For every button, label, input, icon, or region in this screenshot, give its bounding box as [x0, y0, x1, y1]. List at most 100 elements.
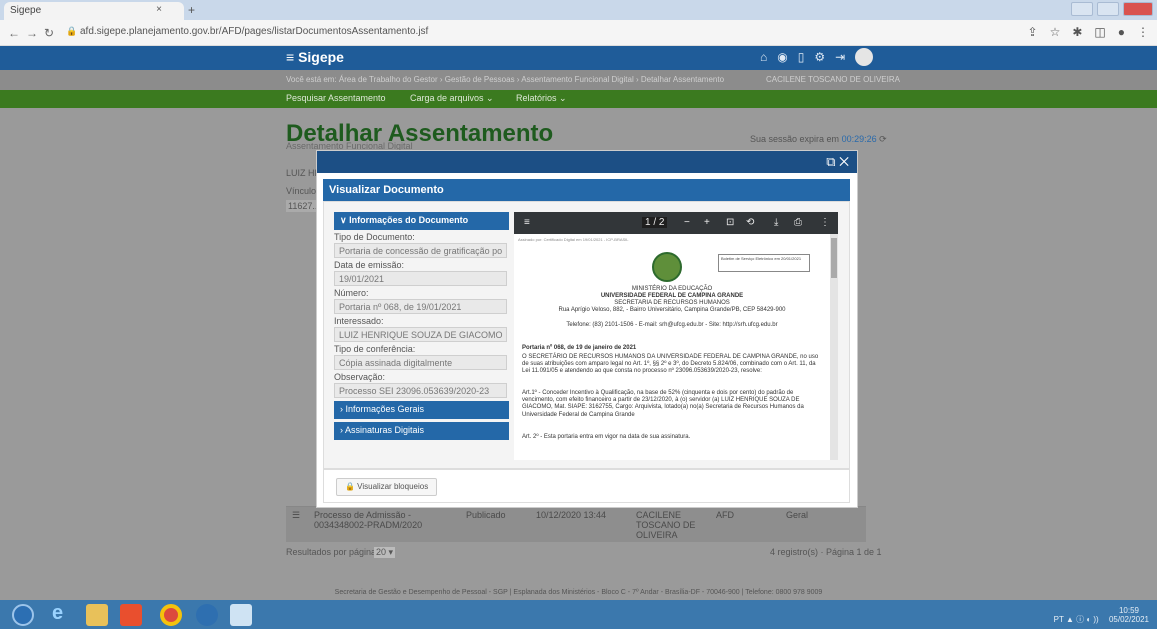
row-type: AFD: [716, 510, 734, 520]
pdf-body-2: Art.1º - Conceder Incentivo à Qualificaç…: [522, 390, 804, 418]
tab-search-icon[interactable]: ◫: [1094, 25, 1105, 39]
field-interested: LUIZ HENRIQUE SOUZA DE GIACOMO: [334, 327, 507, 342]
window-controls: [1071, 2, 1153, 16]
accordion-document-info[interactable]: ∨ Informações do Documento: [334, 212, 509, 230]
field-label: Tipo de Documento:: [334, 232, 415, 242]
clock[interactable]: 10:59 05/02/2021: [1109, 606, 1149, 625]
pdf-stamp: Boletim de Serviço Eletrônico em 20/01/2…: [718, 254, 810, 272]
accordion-general-info[interactable]: › Informações Gerais: [334, 401, 509, 419]
header-icons: ⌂ ◉ ▯ ⚙ ⇥: [760, 48, 874, 66]
accordion-digital-signatures[interactable]: › Assinaturas Digitais: [334, 422, 509, 440]
tray-icons[interactable]: PT ▲ ⓘ ◐ )): [1054, 615, 1099, 624]
media-icon[interactable]: [120, 604, 142, 626]
app-icon[interactable]: [196, 604, 218, 626]
pdf-contact: Telefone: (83) 2101-1506 - E-mail: srh@u…: [566, 322, 778, 328]
row-document[interactable]: Processo de Admissão - 0034348002-PRADM/…: [314, 510, 424, 530]
fit-page-icon[interactable]: ⊡: [726, 217, 734, 228]
vinculo-value: 11627..: [286, 200, 320, 212]
system-tray: PT ▲ ⓘ ◐ )) 10:59 05/02/2021: [1054, 606, 1149, 625]
modal-title: Visualizar Documento: [323, 179, 850, 201]
pdf-doc-title: Portaria nº 068, de 19 de janeiro de 202…: [522, 345, 637, 351]
row-status: Publicado: [466, 510, 506, 520]
app-header: ≡ Sigepe ⌂ ◉ ▯ ⚙ ⇥: [0, 46, 1157, 70]
maximize-button[interactable]: [1097, 2, 1119, 16]
url-field[interactable]: afd.sigepe.planejamento.gov.br/AFD/pages…: [80, 26, 428, 37]
rotate-icon[interactable]: ⟲: [746, 217, 754, 228]
pdf-signature-line: Assinado por: Certificado Digital em 19/…: [518, 237, 629, 242]
document-info-panel: ∨ Informações do Documento Tipo de Docum…: [334, 212, 509, 440]
lock-icon: 🔒: [66, 26, 78, 36]
session-timer: Sua sessão expira em 00:29:26 ⟳: [750, 134, 887, 144]
row-menu-icon[interactable]: ☰: [292, 510, 300, 521]
start-icon[interactable]: [12, 604, 34, 626]
folder-icon[interactable]: [86, 604, 108, 626]
modal-controls[interactable]: ⧉ ✕: [826, 154, 849, 170]
vinculo-label: Vínculo: [286, 186, 317, 196]
pdf-scrollbar[interactable]: [830, 234, 838, 460]
avatar[interactable]: [855, 48, 874, 66]
menu-item-upload[interactable]: Carga de arquivos ⌄: [410, 93, 494, 104]
star-icon[interactable]: ☆: [1050, 25, 1061, 39]
pdf-menu-icon[interactable]: ≡: [524, 217, 530, 228]
pdf-page[interactable]: Assinado por: Certificado Digital em 19/…: [514, 234, 830, 460]
share-icon[interactable]: ⇪: [1028, 25, 1038, 39]
browser-menu-icon[interactable]: ⋮: [1137, 25, 1149, 39]
republic-seal-icon: [652, 252, 682, 282]
app-logo[interactable]: ≡ Sigepe: [286, 49, 344, 65]
field-number: Portaria nº 068, de 19/01/2021: [334, 299, 507, 314]
breadcrumb-text: Você está em: Área de Trabalho do Gestor…: [286, 75, 725, 84]
modal-body: ∨ Informações do Documento Tipo de Docum…: [323, 201, 850, 469]
zoom-in-icon[interactable]: +: [704, 217, 710, 228]
results-per-page-select[interactable]: 20 ▾: [374, 547, 396, 558]
pagination[interactable]: 4 registro(s) · Página 1 de 1: [770, 547, 882, 557]
pdf-scroll-thumb[interactable]: [831, 238, 837, 278]
field-label: Número:: [334, 288, 369, 298]
browser-toolbar-icons: ⇪ ☆ ✱ ◫ ● ⋮: [1028, 25, 1149, 39]
ie-icon[interactable]: e: [52, 602, 74, 624]
pdf-body-3: Art. 2º - Esta portaria entra em vigor n…: [522, 434, 691, 440]
documents-icon[interactable]: ▯: [798, 50, 805, 66]
paint-icon[interactable]: [230, 604, 252, 626]
field-observation: Processo SEI 23096.053639/2020-23: [334, 383, 507, 398]
chrome-icon[interactable]: [160, 604, 182, 626]
field-issue-date: 19/01/2021: [334, 271, 507, 286]
pdf-toolbar: ≡ 1 / 2 − + ⊡ ⟲ ⤓ ⎙ ⋮: [514, 212, 838, 234]
pdf-viewer: ≡ 1 / 2 − + ⊡ ⟲ ⤓ ⎙ ⋮ Assinado por: Cert…: [514, 212, 838, 460]
extensions-icon[interactable]: ✱: [1072, 25, 1082, 39]
home-icon[interactable]: ⌂: [760, 50, 767, 66]
reload-icon[interactable]: ↻: [44, 26, 54, 40]
browser-titlebar: Sigepe × +: [0, 0, 1157, 20]
logout-icon[interactable]: ⇥: [835, 50, 845, 66]
user-name: CACILENE TOSCANO DE OLIVEIRA: [766, 75, 900, 84]
menu-item-reports[interactable]: Relatórios ⌄: [516, 93, 567, 104]
field-label: Observação:: [334, 372, 386, 382]
view-locks-button[interactable]: 🔒 Visualizar bloqueios: [336, 478, 438, 496]
pdf-more-icon[interactable]: ⋮: [820, 217, 830, 228]
pdf-address: Rua Aprígio Veloso, 882, - Bairro Univer…: [558, 307, 786, 313]
notification-icon[interactable]: ◉: [777, 50, 787, 66]
window-close-button[interactable]: [1123, 2, 1153, 16]
pdf-university: UNIVERSIDADE FEDERAL DE CAMPINA GRANDE: [600, 293, 744, 299]
settings-icon[interactable]: ⚙: [814, 50, 825, 66]
browser-tab[interactable]: Sigepe ×: [4, 2, 184, 20]
zoom-out-icon[interactable]: −: [684, 217, 690, 228]
menu-item-search[interactable]: Pesquisar Assentamento: [286, 93, 386, 103]
modal-footer: 🔒 Visualizar bloqueios: [323, 469, 850, 503]
back-icon[interactable]: ←: [8, 26, 20, 40]
field-label: Interessado:: [334, 316, 384, 326]
profile-icon[interactable]: ●: [1118, 25, 1125, 39]
footer: Secretaria de Gestão e Desempenho de Pes…: [334, 589, 823, 596]
results-per-page-label: Resultados por página:: [286, 547, 379, 557]
pdf-body-1: O SECRETÁRIO DE RECURSOS HUMANOS DA UNIV…: [522, 354, 819, 375]
tab-close-icon[interactable]: ×: [156, 4, 162, 15]
pdf-page-indicator[interactable]: 1 / 2: [642, 217, 668, 228]
minimize-button[interactable]: [1071, 2, 1093, 16]
forward-icon[interactable]: →: [26, 26, 38, 40]
pdf-secretariat: SECRETARIA DE RECURSOS HUMANOS: [614, 300, 730, 306]
download-icon[interactable]: ⤓: [774, 217, 778, 228]
field-label: Data de emissão:: [334, 260, 405, 270]
refresh-icon[interactable]: ⟳: [879, 134, 887, 144]
print-icon[interactable]: ⎙: [794, 217, 802, 228]
table-row[interactable]: ☰ Processo de Admissão - 0034348002-PRAD…: [286, 506, 866, 542]
new-tab-button[interactable]: +: [188, 3, 195, 17]
